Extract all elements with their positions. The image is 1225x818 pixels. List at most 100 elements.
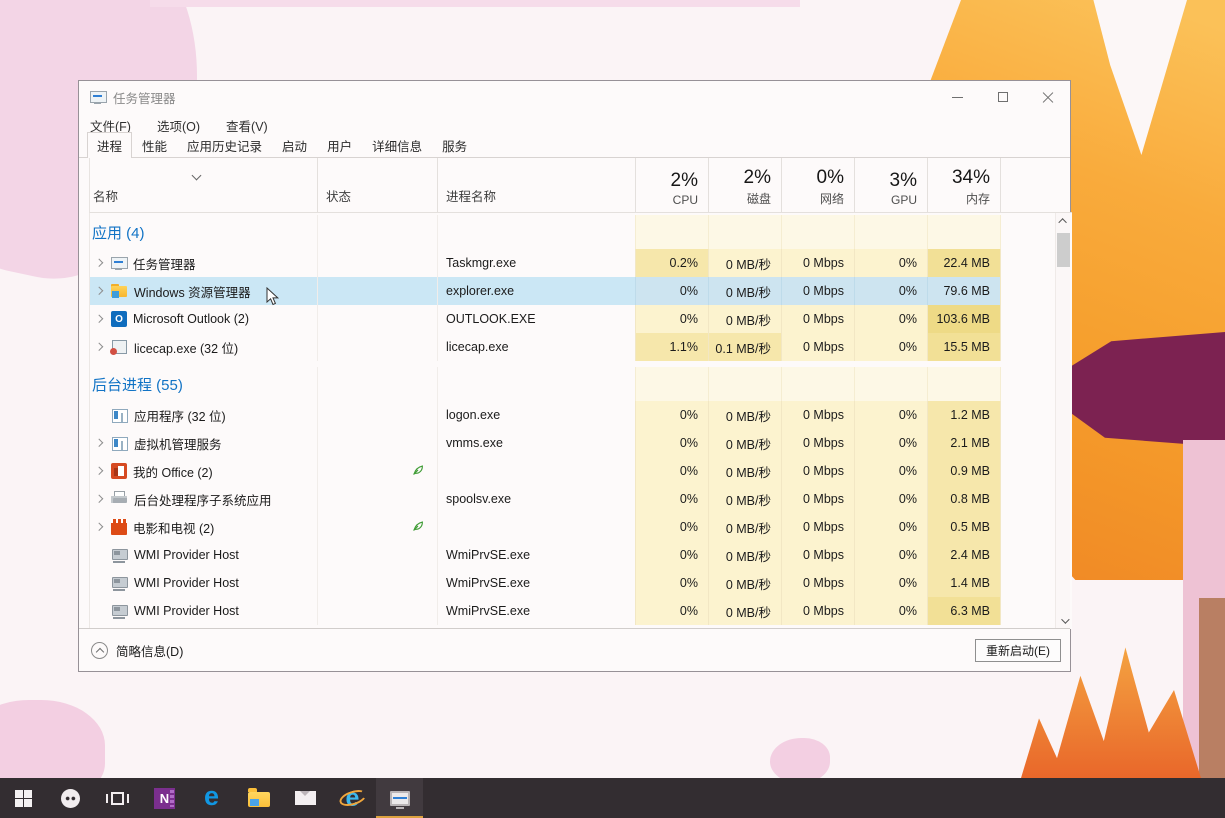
memory-value: 0.9 MB <box>950 464 990 478</box>
tab-services[interactable]: 服务 <box>432 132 477 158</box>
column-header-cpu[interactable]: 2%CPU <box>635 158 708 212</box>
expand-chevron[interactable] <box>93 260 105 266</box>
tab-details[interactable]: 详细信息 <box>362 132 432 158</box>
memory-value-cell: 0.5 MB <box>927 513 1000 541</box>
tab-startup[interactable]: 启动 <box>272 132 317 158</box>
section-heat-cell <box>635 215 708 249</box>
expand-chevron[interactable] <box>93 344 105 350</box>
process-row[interactable]: 我的 Office (2)0%0 MB/秒0 Mbps0%0.9 MB <box>90 457 1072 485</box>
disk-value: 0 MB/秒 <box>726 282 771 301</box>
memory-value-cell: 6.3 MB <box>927 597 1000 625</box>
column-header-name[interactable]: 名称 <box>90 158 317 212</box>
process-name-label: 电影和电视 (2) <box>133 518 214 537</box>
maximize-button[interactable] <box>980 81 1025 113</box>
title-bar[interactable]: 任务管理器 <box>79 81 1070 113</box>
process-row[interactable]: Microsoft Outlook (2)OUTLOOK.EXE0%0 MB/秒… <box>90 305 1072 333</box>
window-title: 任务管理器 <box>113 88 176 107</box>
process-name-cell: 任务管理器 <box>90 249 317 277</box>
licecap-icon <box>111 339 128 355</box>
expand-chevron[interactable] <box>93 440 105 446</box>
section-header-row[interactable]: 应用 (4) <box>90 215 1072 249</box>
memory-value: 0.8 MB <box>950 492 990 506</box>
gpu-value: 0% <box>899 312 917 326</box>
gpu-value: 0% <box>899 284 917 298</box>
network-value: 0 Mbps <box>803 436 844 450</box>
taskbar-taskview-button[interactable] <box>94 778 141 818</box>
section-heat-cell <box>854 367 927 401</box>
scrollbar-thumb[interactable] <box>1057 233 1070 267</box>
suspended-leaf-icon <box>411 463 425 480</box>
column-header-status[interactable]: 状态 <box>317 158 437 212</box>
restart-button[interactable]: 重新启动(E) <box>975 639 1061 662</box>
taskbar-task-manager-button[interactable] <box>376 778 423 818</box>
process-row[interactable]: WMI Provider HostWmiPrvSE.exe0%0 MB/秒0 M… <box>90 597 1072 625</box>
disk-value: 0 MB/秒 <box>726 434 771 453</box>
disk-value: 0 MB/秒 <box>726 602 771 621</box>
process-name-cell: licecap.exe (32 位) <box>90 333 317 361</box>
generic-app-icon <box>111 407 128 423</box>
close-button[interactable] <box>1025 81 1070 113</box>
fewer-details-toggle[interactable]: 简略信息(D) <box>91 641 183 660</box>
cpu-value-cell: 0% <box>635 305 708 333</box>
gpu-value: 0% <box>899 520 917 534</box>
section-header-row[interactable]: 后台进程 (55) <box>90 367 1072 401</box>
process-row[interactable]: 应用程序 (32 位)logon.exe0%0 MB/秒0 Mbps0%1.2 … <box>90 401 1072 429</box>
tab-users[interactable]: 用户 <box>317 132 362 158</box>
process-exe-cell: Taskmgr.exe <box>437 249 635 277</box>
column-header-disk[interactable]: 2%磁盘 <box>708 158 781 212</box>
process-exe-label: WmiPrvSE.exe <box>446 576 530 590</box>
column-header-memory[interactable]: 34%内存 <box>927 158 1000 212</box>
process-row[interactable]: 任务管理器Taskmgr.exe0.2%0 MB/秒0 Mbps0%22.4 M… <box>90 249 1072 277</box>
process-row[interactable]: 虚拟机管理服务vmms.exe0%0 MB/秒0 Mbps0%2.1 MB <box>90 429 1072 457</box>
expand-chevron[interactable] <box>93 288 105 294</box>
column-header-gpu[interactable]: 3%GPU <box>854 158 927 212</box>
expand-chevron[interactable] <box>93 468 105 474</box>
process-row[interactable]: 电影和电视 (2)0%0 MB/秒0 Mbps0%0.5 MB <box>90 513 1072 541</box>
column-header-process-name[interactable]: 进程名称 <box>437 158 635 212</box>
process-row[interactable]: licecap.exe (32 位)licecap.exe1.1%0.1 MB/… <box>90 333 1072 361</box>
taskbar-mail-button[interactable] <box>282 778 329 818</box>
memory-value: 2.1 MB <box>950 436 990 450</box>
process-row[interactable]: Windows 资源管理器explorer.exe0%0 MB/秒0 Mbps0… <box>90 277 1072 305</box>
expand-chevron[interactable] <box>93 524 105 530</box>
taskbar-start-button[interactable] <box>0 778 47 818</box>
taskbar-cortana-button[interactable] <box>47 778 94 818</box>
process-name-cell: 我的 Office (2) <box>90 457 317 485</box>
network-value: 0 Mbps <box>803 312 844 326</box>
process-row[interactable]: WMI Provider HostWmiPrvSE.exe0%0 MB/秒0 M… <box>90 541 1072 569</box>
process-row[interactable]: 后台处理程序子系统应用spoolsv.exe0%0 MB/秒0 Mbps0%0.… <box>90 485 1072 513</box>
taskbar <box>0 778 1225 818</box>
memory-value-cell: 0.8 MB <box>927 485 1000 513</box>
taskbar-explorer-button[interactable] <box>235 778 282 818</box>
process-row[interactable]: WMI Provider HostWmiPrvSE.exe0%0 MB/秒0 M… <box>90 569 1072 597</box>
printer-icon <box>111 491 128 507</box>
process-name-cell: Windows 资源管理器 <box>90 277 317 305</box>
network-value: 0 Mbps <box>803 284 844 298</box>
section-heat-cell <box>927 367 1000 401</box>
scrollbar-down-button[interactable] <box>1056 613 1071 629</box>
process-name-label: 我的 Office (2) <box>133 462 213 481</box>
expand-chevron[interactable] <box>93 316 105 322</box>
gpu-value-cell: 0% <box>854 249 927 277</box>
vertical-scrollbar[interactable] <box>1055 213 1070 629</box>
scrollbar-up-button[interactable] <box>1056 213 1071 229</box>
process-name-label: WMI Provider Host <box>134 604 239 618</box>
column-header-gutter <box>1000 158 1072 212</box>
column-header-network[interactable]: 0%网络 <box>781 158 854 212</box>
taskbar-onenote-button[interactable] <box>141 778 188 818</box>
minimize-button[interactable] <box>935 81 980 113</box>
tab-performance[interactable]: 性能 <box>132 132 177 158</box>
memory-value: 79.6 MB <box>943 284 990 298</box>
ie-icon <box>339 784 367 812</box>
process-exe-label: WmiPrvSE.exe <box>446 604 530 618</box>
tab-processes[interactable]: 进程 <box>87 132 132 158</box>
tab-app-history[interactable]: 应用历史记录 <box>177 132 272 158</box>
process-name-label: WMI Provider Host <box>134 576 239 590</box>
section-process-cell <box>437 367 635 401</box>
expand-chevron[interactable] <box>93 496 105 502</box>
process-name-cell: Microsoft Outlook (2) <box>90 305 317 333</box>
taskbar-edge-button[interactable] <box>188 778 235 818</box>
gpu-value: 0% <box>899 436 917 450</box>
taskbar-ie-button[interactable] <box>329 778 376 818</box>
gpu-value-cell: 0% <box>854 457 927 485</box>
